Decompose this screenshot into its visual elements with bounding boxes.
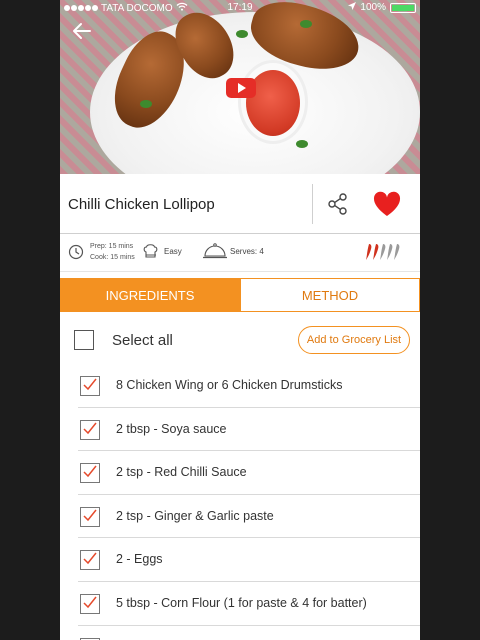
chili-pepper-icon xyxy=(373,244,379,260)
ingredient-text: 2 - Eggs xyxy=(116,552,163,567)
youtube-play-icon[interactable] xyxy=(226,78,256,98)
spice-level xyxy=(364,242,404,262)
prep-time: Prep: 15 mins xyxy=(90,243,134,250)
serves-count: Serves: 4 xyxy=(230,247,264,256)
share-icon[interactable] xyxy=(326,192,350,216)
time-info: Prep: 15 mins Cook: 15 mins xyxy=(90,241,135,263)
add-to-grocery-list-button[interactable]: Add to Grocery List xyxy=(298,326,410,354)
recipe-screen: TATA DOCOMO 17:19 100% Chilli Chicken Lo… xyxy=(60,0,420,640)
list-item[interactable]: 2 - Eggs xyxy=(78,538,420,582)
recipe-header: Chilli Chicken Lollipop xyxy=(60,174,420,234)
list-item[interactable] xyxy=(78,626,420,640)
status-right: 100% xyxy=(348,2,416,13)
cook-time: Cook: 15 mins xyxy=(90,254,135,261)
herb-illustration xyxy=(236,30,248,38)
chili-pepper-icon xyxy=(380,244,386,260)
ingredient-list: 8 Chicken Wing or 6 Chicken Drumsticks 2… xyxy=(60,364,420,640)
select-all-checkbox[interactable] xyxy=(74,330,94,350)
list-item[interactable]: 5 tbsp - Corn Flour (1 for paste & 4 for… xyxy=(78,582,420,626)
list-item[interactable]: 2 tsp - Red Chilli Sauce xyxy=(78,451,420,495)
checkmark-icon xyxy=(83,596,97,609)
recipe-title: Chilli Chicken Lollipop xyxy=(68,196,215,213)
herb-illustration xyxy=(140,100,152,108)
ingredient-checkbox[interactable] xyxy=(80,550,100,571)
chef-hat-icon xyxy=(142,242,160,260)
select-all-label: Select all xyxy=(112,332,173,349)
ingredient-text: 2 tsp - Red Chilli Sauce xyxy=(116,465,247,480)
ingredient-text: 2 tsp - Ginger & Garlic paste xyxy=(116,508,274,523)
ingredient-text: 5 tbsp - Corn Flour (1 for paste & 4 for… xyxy=(116,595,367,610)
select-all-row: Select all Add to Grocery List xyxy=(60,318,420,362)
list-item[interactable]: 2 tbsp - Soya sauce xyxy=(78,408,420,452)
chili-pepper-icon xyxy=(387,244,393,260)
ingredient-checkbox[interactable] xyxy=(80,593,100,614)
recipe-meta: Prep: 15 mins Cook: 15 mins Easy Serves:… xyxy=(60,234,420,272)
herb-illustration xyxy=(300,20,312,28)
ingredient-checkbox[interactable] xyxy=(80,376,100,396)
divider xyxy=(312,184,313,224)
herb-illustration xyxy=(296,140,308,148)
chili-pepper-icon xyxy=(366,244,372,260)
ingredient-text: 8 Chicken Wing or 6 Chicken Drumsticks xyxy=(116,378,343,392)
chili-pepper-icon xyxy=(394,244,400,260)
list-item[interactable]: 8 Chicken Wing or 6 Chicken Drumsticks xyxy=(78,364,420,408)
back-arrow-icon[interactable] xyxy=(72,22,92,40)
cloche-icon xyxy=(202,242,228,260)
checkmark-icon xyxy=(83,509,97,521)
recipe-tabs: INGREDIENTS METHOD xyxy=(60,278,420,312)
recipe-photo xyxy=(60,0,420,174)
tab-method[interactable]: METHOD xyxy=(240,278,420,312)
checkmark-icon xyxy=(83,422,97,434)
tab-ingredients[interactable]: INGREDIENTS xyxy=(60,278,240,312)
battery-icon xyxy=(390,2,416,13)
favorite-heart-icon[interactable] xyxy=(372,190,402,218)
checkmark-icon xyxy=(83,552,97,565)
location-icon xyxy=(348,2,357,13)
list-item[interactable]: 2 tsp - Ginger & Garlic paste xyxy=(78,495,420,539)
checkmark-icon xyxy=(83,465,97,478)
difficulty-level: Easy xyxy=(164,247,182,256)
battery-percent: 100% xyxy=(360,2,386,13)
status-bar: TATA DOCOMO 17:19 100% xyxy=(60,0,420,16)
checkmark-icon xyxy=(83,378,97,391)
ingredient-checkbox[interactable] xyxy=(80,463,100,484)
ingredient-checkbox[interactable] xyxy=(80,419,100,440)
clock-icon xyxy=(68,244,84,260)
ingredient-text: 2 tbsp - Soya sauce xyxy=(116,421,227,436)
ingredient-checkbox[interactable] xyxy=(80,506,100,527)
